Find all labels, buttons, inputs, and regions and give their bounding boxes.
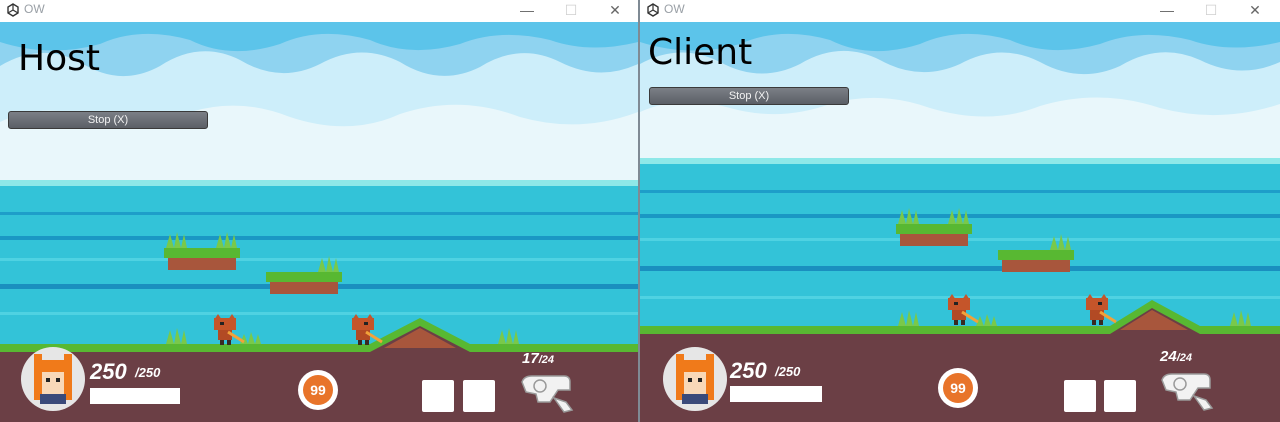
health-current: 250 [730,358,767,383]
maximize-button[interactable]: ☐ [1188,0,1234,22]
unity-logo-icon [647,3,659,17]
minimize-button[interactable]: — [1144,0,1190,22]
window-title: OW [24,2,45,16]
health-bar [730,386,822,402]
maximize-button[interactable]: ☐ [548,0,594,22]
client-label: Client [648,32,753,73]
fox-player-icon [948,294,979,325]
ammo-count: 24/24 [1160,348,1192,365]
health-current: 250 [90,359,127,384]
health-max: /250 [135,365,161,380]
ability-slot-1[interactable] [422,380,454,412]
close-button[interactable]: ✕ [592,0,638,22]
ultimate-charge: 99 [938,368,978,408]
ultimate-charge: 99 [298,370,338,410]
pistol-icon [521,375,574,413]
ammo-count: 17/24 [522,350,554,367]
ultimate-charge-value: 99 [950,380,966,396]
stop-button[interactable]: Stop (X) [8,111,208,129]
close-button[interactable]: ✕ [1232,0,1278,22]
stop-button[interactable]: Stop (X) [649,87,849,105]
health-max: /250 [775,364,801,379]
ability-slot-2[interactable] [1104,380,1136,412]
ability-slot-2[interactable] [463,380,495,412]
game-viewport[interactable]: Host Stop (X) 250 /250 99 17/24 [0,22,638,422]
hero-portrait-icon [663,347,727,411]
window-title: OW [664,2,685,16]
client-window: OW — ☐ ✕ Client Stop (X) 250 /250 99 24/… [640,0,1280,422]
host-window: OW — ☐ ✕ Host Stop (X) 250 /250 99 17/24 [0,0,638,422]
fox-player-icon [214,314,245,345]
health-bar [90,388,180,404]
unity-logo-icon [7,3,19,17]
host-titlebar[interactable]: OW — ☐ ✕ [0,0,638,22]
ability-slot-1[interactable] [1064,380,1096,412]
hero-portrait-icon [21,347,85,411]
ultimate-charge-value: 99 [310,382,326,398]
pistol-icon [1161,373,1214,411]
host-label: Host [18,38,100,79]
client-titlebar[interactable]: OW — ☐ ✕ [640,0,1280,22]
minimize-button[interactable]: — [504,0,550,22]
fox-player-icon [352,314,383,345]
fox-player-icon [1086,294,1117,325]
game-viewport[interactable]: Client Stop (X) 250 /250 99 24/24 [640,22,1280,422]
